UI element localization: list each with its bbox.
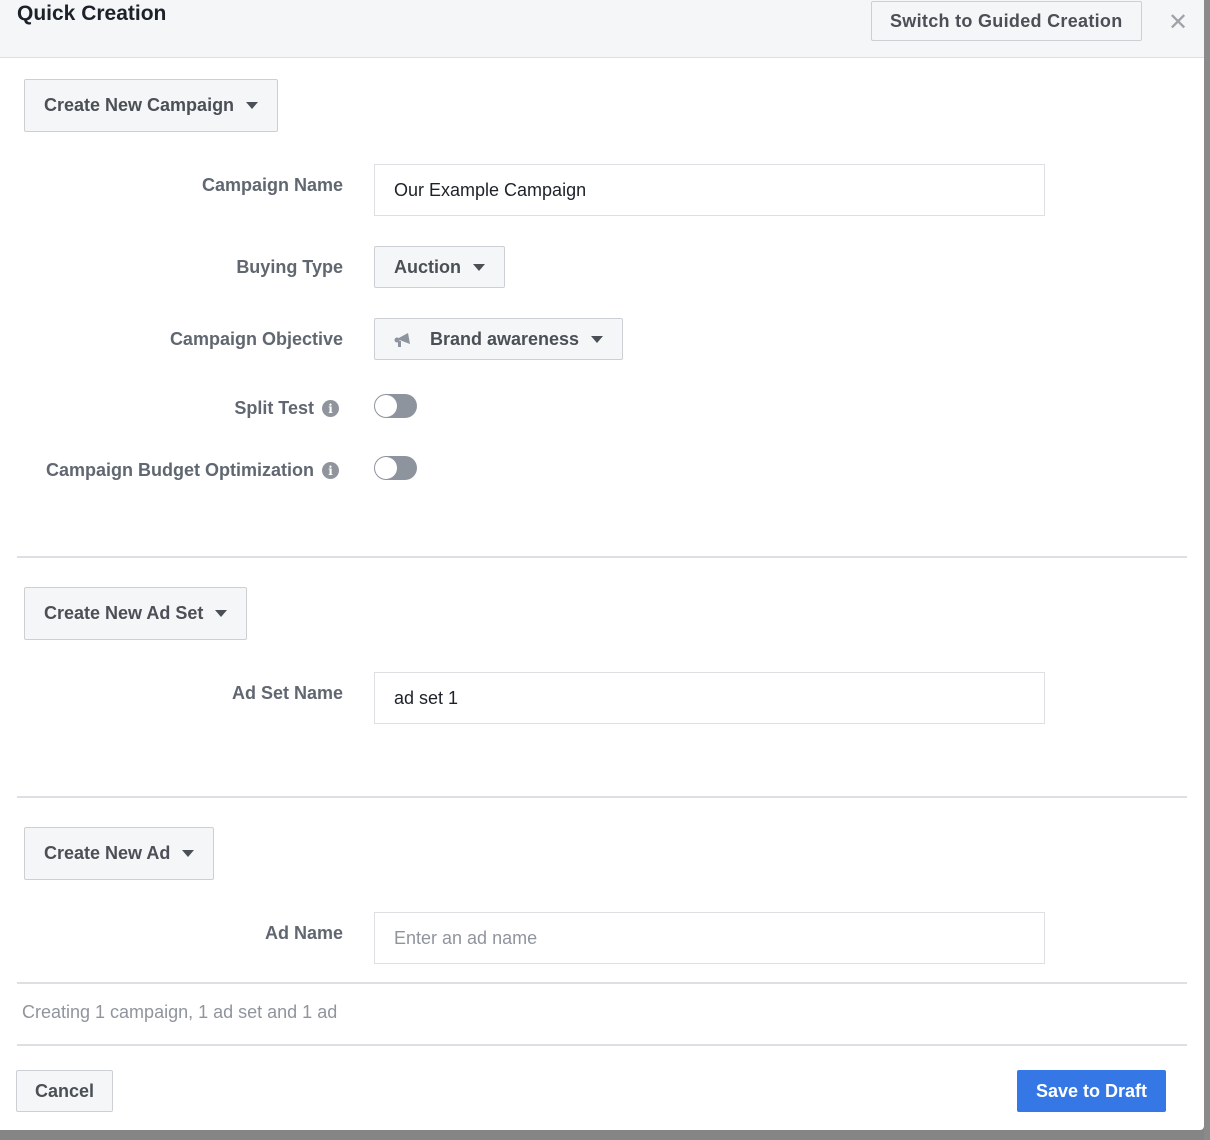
switch-to-guided-creation-button[interactable]: Switch to Guided Creation bbox=[871, 1, 1142, 41]
chevron-down-icon bbox=[182, 850, 195, 857]
ad-set-name-input[interactable]: ad set 1 bbox=[374, 672, 1045, 724]
create-new-ad-set-dropdown[interactable]: Create New Ad Set bbox=[24, 587, 248, 640]
campaign-objective-label: Campaign Objective bbox=[169, 329, 343, 349]
buying-type-value: Auction bbox=[394, 256, 461, 277]
campaign-name-input[interactable]: Our Example Campaign bbox=[374, 164, 1045, 216]
ad-name-label: Ad Name bbox=[264, 923, 343, 943]
chevron-down-icon bbox=[591, 335, 604, 343]
campaign-objective-value: Brand awareness bbox=[430, 328, 580, 349]
create-new-campaign-dropdown[interactable]: Create New Campaign bbox=[24, 79, 279, 132]
cancel-button[interactable]: Cancel bbox=[16, 1070, 114, 1112]
create-new-campaign-label: Create New Campaign bbox=[44, 95, 235, 115]
campaign-budget-optimization-label: Campaign Budget Optimization bbox=[46, 460, 314, 480]
campaign-objective-select[interactable]: Brand awareness bbox=[374, 318, 624, 360]
dialog-header: Quick Creation Switch to Guided Creation… bbox=[0, 0, 1204, 58]
buying-type-select[interactable]: Auction bbox=[374, 246, 505, 288]
campaign-name-label: Campaign Name bbox=[201, 175, 343, 195]
ad-name-input[interactable]: Enter an ad name bbox=[374, 912, 1045, 964]
section-divider bbox=[17, 796, 1187, 798]
info-icon[interactable]: i bbox=[322, 462, 339, 479]
close-icon[interactable]: ✕ bbox=[1168, 8, 1188, 37]
buying-type-label: Buying Type bbox=[236, 257, 343, 277]
section-divider bbox=[17, 556, 1187, 558]
ad-set-name-label: Ad Set Name bbox=[231, 683, 343, 703]
toggle-knob bbox=[375, 457, 397, 479]
footer-divider bbox=[17, 982, 1187, 984]
create-new-ad-label: Create New Ad bbox=[44, 843, 171, 863]
save-to-draft-button[interactable]: Save to Draft bbox=[1017, 1070, 1167, 1112]
split-test-label: Split Test bbox=[234, 398, 314, 418]
footer-divider bbox=[17, 1044, 1187, 1046]
quick-creation-dialog: Quick Creation Switch to Guided Creation… bbox=[0, 0, 1204, 1130]
toggle-knob bbox=[375, 395, 397, 417]
dialog-title: Quick Creation bbox=[17, 2, 167, 25]
info-icon[interactable]: i bbox=[322, 400, 339, 417]
split-test-toggle[interactable] bbox=[374, 394, 417, 418]
campaign-budget-optimization-toggle[interactable] bbox=[374, 456, 417, 480]
creation-summary: Creating 1 campaign, 1 ad set and 1 ad bbox=[22, 1002, 338, 1022]
create-new-ad-dropdown[interactable]: Create New Ad bbox=[24, 827, 215, 880]
campaign-budget-optimization-label-row: Campaign Budget Optimization i bbox=[46, 460, 339, 481]
split-test-label-row: Split Test i bbox=[234, 398, 339, 419]
chevron-down-icon bbox=[473, 263, 485, 271]
create-new-ad-set-label: Create New Ad Set bbox=[44, 603, 204, 623]
modal-backdrop bbox=[1204, 0, 1210, 1140]
chevron-down-icon bbox=[215, 610, 228, 617]
megaphone-icon bbox=[394, 330, 416, 348]
chevron-down-icon bbox=[246, 102, 259, 109]
